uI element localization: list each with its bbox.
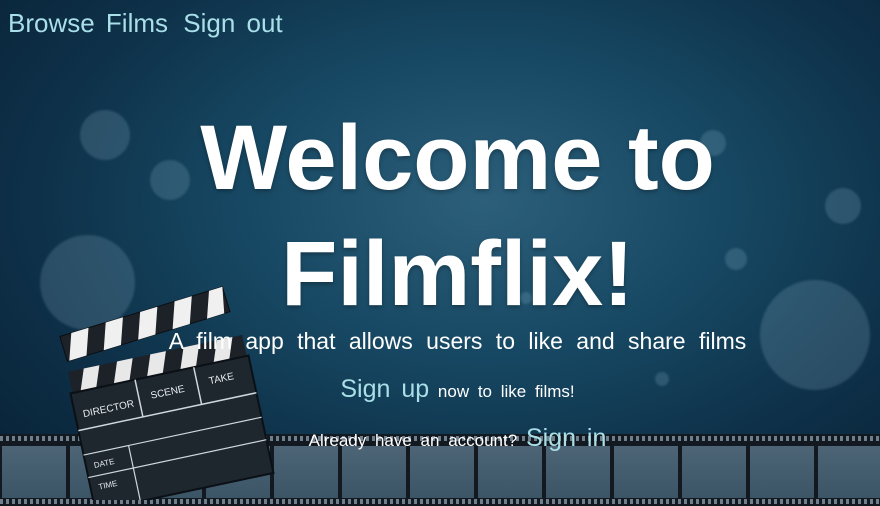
film-frame [410, 446, 474, 498]
top-nav: Browse Films Sign out [8, 8, 287, 39]
film-frame [750, 446, 814, 498]
tagline: A film app that allows users to like and… [168, 328, 747, 354]
welcome-heading: Welcome to Filmflix! [0, 100, 880, 332]
film-frame [2, 446, 66, 498]
signup-suffix: now to like films! [437, 382, 575, 401]
sign-in-link[interactable]: Sign in [526, 424, 606, 452]
film-frame [682, 446, 746, 498]
sign-out-link[interactable]: Sign out [183, 8, 282, 38]
film-frame [818, 446, 880, 498]
signin-prompt: Already have an account? Sign in [0, 424, 880, 453]
film-frame [546, 446, 610, 498]
film-frame [614, 446, 678, 498]
welcome-heading-line2: Filmflix! [281, 223, 634, 325]
browse-films-link[interactable]: Browse Films [8, 8, 168, 38]
film-frame [342, 446, 406, 498]
hero: Welcome to Filmflix! [0, 100, 880, 332]
signup-prompt: Sign up now to like films! [0, 375, 880, 404]
welcome-heading-line1: Welcome to [200, 107, 715, 209]
film-frame [478, 446, 542, 498]
sign-up-link[interactable]: Sign up [340, 375, 429, 403]
signin-prefix: Already have an account? [308, 431, 518, 450]
